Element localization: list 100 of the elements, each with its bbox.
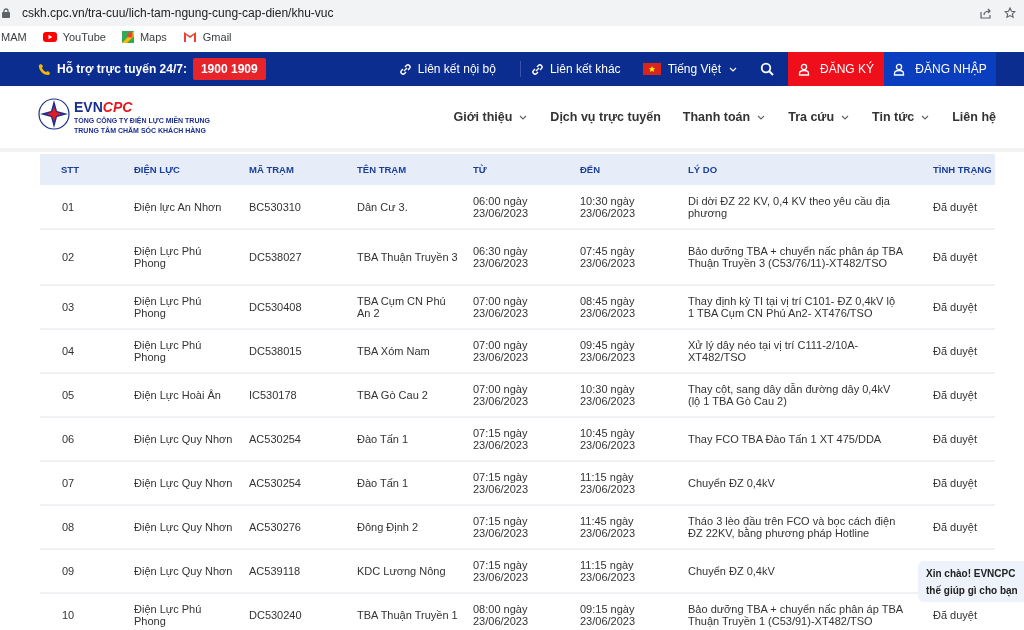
- table-cell: Đã duyệt: [912, 505, 995, 549]
- table-cell: Điện Lực Phú Phong: [134, 593, 249, 630]
- hotline-number[interactable]: 1900 1909: [192, 58, 266, 80]
- column-header: MÃ TRẠM: [249, 154, 357, 185]
- table-cell: Đã duyệt: [912, 285, 995, 329]
- table-cell: TBA Cụm CN Phú An 2: [357, 285, 473, 329]
- table-cell: DC530240: [249, 593, 357, 630]
- star-icon: [1004, 7, 1016, 19]
- table-cell: Đã duyệt: [912, 229, 995, 285]
- table-cell: Điện Lực Hoài Ân: [134, 373, 249, 417]
- table-cell: 11:15 ngày 23/06/2023: [580, 461, 688, 505]
- table-cell: 06:00 ngày 23/06/2023: [473, 185, 580, 229]
- nav-item[interactable]: Thanh toán: [682, 110, 767, 124]
- table-cell: 05: [40, 373, 134, 417]
- table-cell: 07:15 ngày 23/06/2023: [473, 549, 580, 593]
- table-cell: AC530254: [249, 417, 357, 461]
- column-header: ĐIỆN LỰC: [134, 154, 249, 185]
- table-cell: Điện lực An Nhơn: [134, 185, 249, 229]
- user-icon: [798, 62, 810, 76]
- table-cell: Điện Lực Phú Phong: [134, 329, 249, 373]
- table-cell: 07:00 ngày 23/06/2023: [473, 285, 580, 329]
- nav-item[interactable]: Tin tức: [872, 110, 931, 124]
- table-cell: Thay định kỳ TI tại vị trí C101- ĐZ 0,4kV lộ 1 TBA Cụm CN Phú An2- XT476/TSO: [688, 285, 912, 329]
- nav-item[interactable]: Liên hệ: [952, 110, 996, 124]
- table-cell: 09:45 ngày 23/06/2023: [580, 329, 688, 373]
- table-cell: 06: [40, 417, 134, 461]
- table-cell: 08:45 ngày 23/06/2023: [580, 285, 688, 329]
- language-selector[interactable]: Tiếng Việt: [642, 62, 738, 76]
- bookmark[interactable]: Maps: [121, 31, 167, 43]
- table-cell: Điện Lực Quy Nhơn: [134, 417, 249, 461]
- nav-item[interactable]: Tra cứu: [788, 110, 851, 124]
- hotline-label: Hỗ trợ trực tuyến 24/7:: [38, 62, 187, 76]
- search-button[interactable]: [760, 62, 774, 76]
- table-cell: TBA Thuận Truyền 1: [357, 593, 473, 630]
- youtube-icon: [42, 32, 57, 42]
- table-cell: AC530276: [249, 505, 357, 549]
- column-header: ĐẾN: [580, 154, 688, 185]
- mail-icon: [182, 31, 197, 43]
- map-pin-icon: [121, 31, 134, 43]
- table-cell: 07:15 ngày 23/06/2023: [473, 505, 580, 549]
- table-cell: 07:45 ngày 23/06/2023: [580, 229, 688, 285]
- table-cell: 07:00 ngày 23/06/2023: [473, 329, 580, 373]
- table-cell: 08: [40, 505, 134, 549]
- table-cell: 06:30 ngày 23/06/2023: [473, 229, 580, 285]
- table-cell: 02: [40, 229, 134, 285]
- url-text: cskh.cpc.vn/tra-cuu/lich-tam-ngung-cung-cap-dien/khu-vuc: [22, 6, 334, 20]
- table-cell: Đào Tấn 1: [357, 417, 473, 461]
- table-cell: 07:00 ngày 23/06/2023: [473, 373, 580, 417]
- bookmark[interactable]: YouTube: [42, 31, 106, 43]
- table-cell: Đã duyệt: [912, 329, 995, 373]
- table-cell: Đã duyệt: [912, 373, 995, 417]
- table-cell: Tháo 3 lèo đầu trên FCO và bọc cách điện ĐZ 22KV, bằng phương pháp Hotline: [688, 505, 912, 549]
- login-button[interactable]: ĐĂNG NHẬP: [884, 52, 996, 86]
- table-cell: 08:00 ngày 23/06/2023: [473, 593, 580, 630]
- flag-icon: [642, 63, 661, 75]
- table-cell: 10:30 ngày 23/06/2023: [580, 185, 688, 229]
- table-cell: Thay FCO TBA Đào Tấn 1 XT 475/DDA: [688, 417, 912, 461]
- table-cell: Chuyển ĐZ 0,4kV: [688, 461, 912, 505]
- logo-star-icon: [38, 98, 70, 130]
- table-cell: 09: [40, 549, 134, 593]
- table-cell: 01: [40, 185, 134, 229]
- column-header: TÊN TRẠM: [357, 154, 473, 185]
- table-cell: Đã duyệt: [912, 185, 995, 229]
- address-bar[interactable]: cskh.cpc.vn/tra-cuu/lich-tam-ngung-cung-cap-dien/khu-vuc: [0, 0, 1024, 26]
- table-cell: 07: [40, 461, 134, 505]
- table-cell: DC538015: [249, 329, 357, 373]
- table-cell: Thay cột, sang dây dẫn đường dây 0,4kV (lộ 1 TBA Gò Cau 2): [688, 373, 912, 417]
- nav-item[interactable]: Dịch vụ trực tuyến: [550, 110, 661, 124]
- bookmark[interactable]: MAM: [1, 31, 27, 43]
- table-cell: 11:15 ngày 23/06/2023: [580, 549, 688, 593]
- table-cell: Đông Định 2: [357, 505, 473, 549]
- bookmark[interactable]: Gmail: [182, 31, 232, 43]
- table-cell: Dân Cư 3.: [357, 185, 473, 229]
- table-cell: Điện Lực Phú Phong: [134, 285, 249, 329]
- top-link[interactable]: Liên kết khác: [530, 62, 621, 76]
- table-cell: 11:45 ngày 23/06/2023: [580, 505, 688, 549]
- register-button[interactable]: ĐĂNG KÝ: [788, 52, 884, 86]
- search-icon: [760, 62, 774, 76]
- table-cell: Đã duyệt: [912, 461, 995, 505]
- table-cell: AC539118: [249, 549, 357, 593]
- table-cell: 10: [40, 593, 134, 630]
- table-cell: TBA Thuận Truyền 3: [357, 229, 473, 285]
- nav-item[interactable]: Giới thiệu: [453, 110, 529, 124]
- link-icon: [398, 63, 411, 75]
- table-cell: Xử lý dây néo tại vị trí C111-2/10A-XT482/TSO: [688, 329, 912, 373]
- column-header: STT: [40, 154, 134, 185]
- table-cell: TBA Gò Cau 2: [357, 373, 473, 417]
- table-cell: TBA Xóm Nam: [357, 329, 473, 373]
- lock-icon: [2, 8, 10, 18]
- table-cell: Điện Lực Phú Phong: [134, 229, 249, 285]
- table-cell: 03: [40, 285, 134, 329]
- table-cell: Bảo dưỡng TBA + chuyển nấc phân áp TBA Thuận Truyền 3 (C53/76/11)-XT482/TSO: [688, 229, 912, 285]
- table-cell: Chuyển ĐZ 0,4kV: [688, 549, 912, 593]
- table-cell: 07:15 ngày 23/06/2023: [473, 417, 580, 461]
- top-link[interactable]: Liên kết nội bộ: [398, 62, 496, 76]
- table-cell: DC538027: [249, 229, 357, 285]
- brand-name: EVNCPC: [74, 98, 134, 116]
- table-cell: AC530254: [249, 461, 357, 505]
- table-cell: Di dời ĐZ 22 KV, 0,4 KV theo yêu cầu địa phương: [688, 185, 912, 229]
- table-cell: Điện Lực Quy Nhơn: [134, 549, 249, 593]
